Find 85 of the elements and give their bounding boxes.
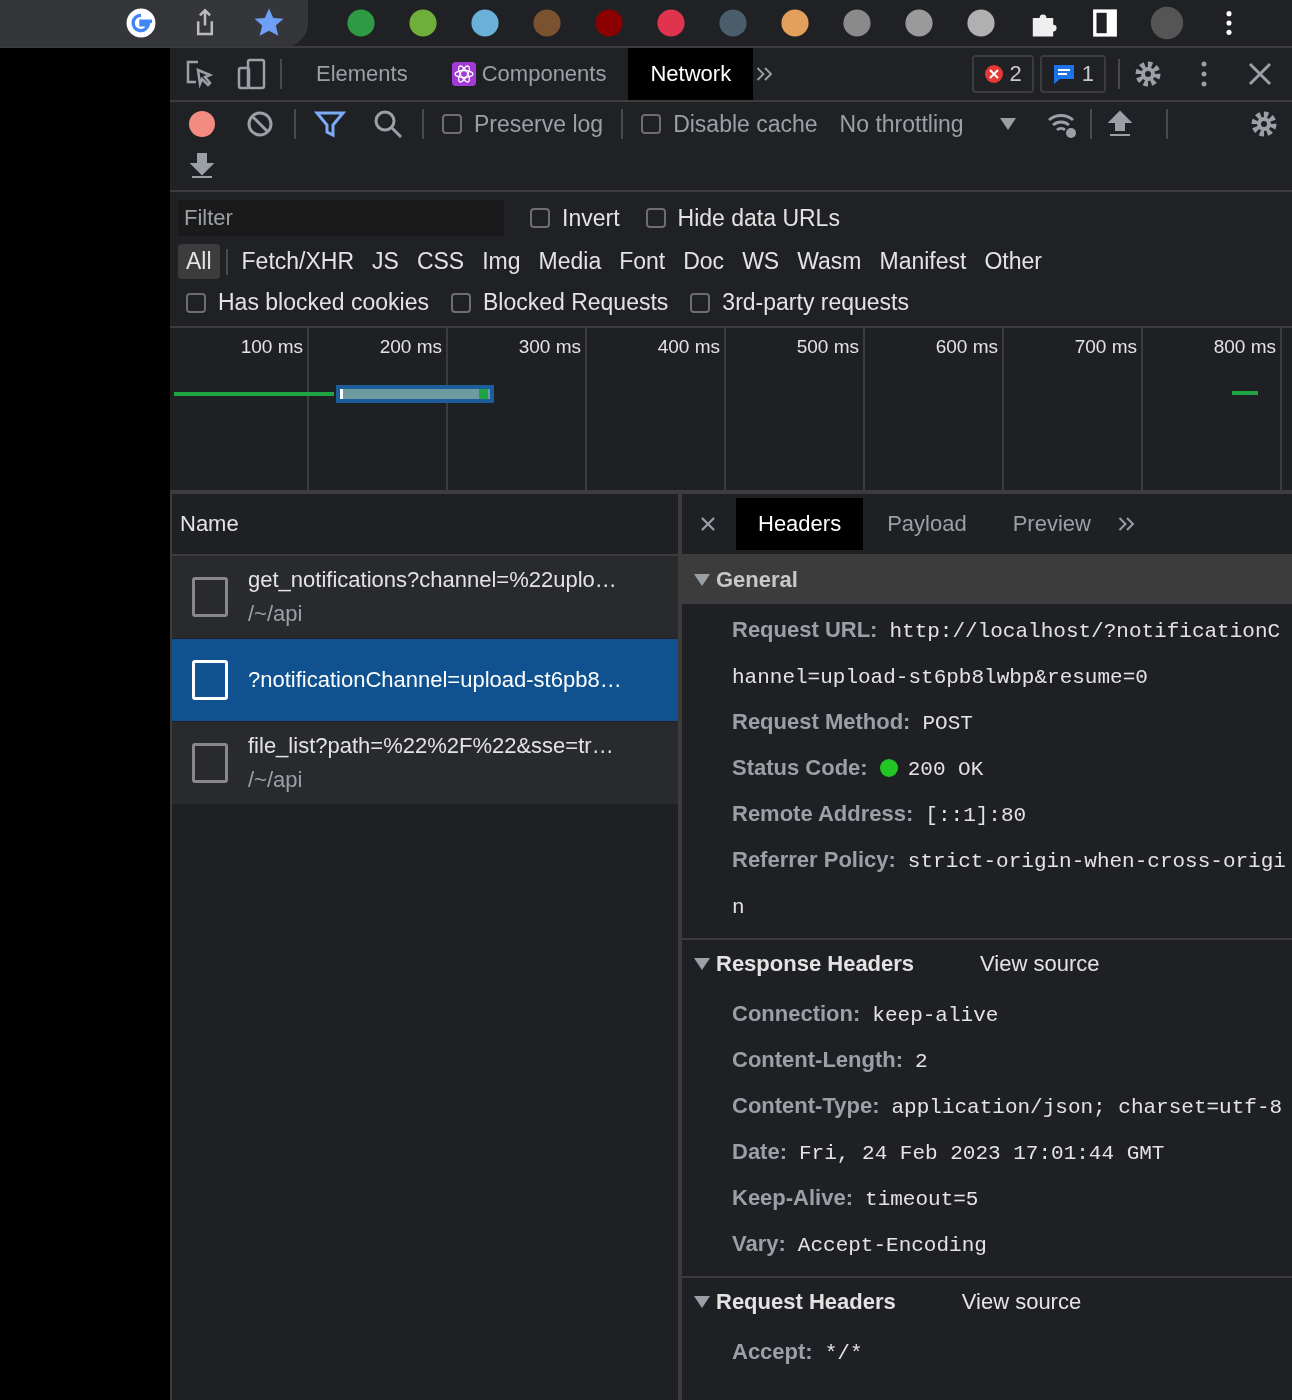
invert-checkbox[interactable]	[530, 208, 550, 228]
detail-tab[interactable]: Preview	[990, 498, 1113, 550]
time-tick-label: 400 ms	[657, 336, 720, 357]
request-row[interactable]: get_notifications?channel=%22uplo… /~/api	[172, 556, 678, 638]
checkbox-label: Hide data URLs	[677, 204, 840, 232]
type-filter[interactable]: Fetch/XHR	[233, 244, 363, 279]
header-row-text: Request URL: http://localhost/?notificationChannel=upload-st6pb8lwbp&resume=0	[732, 616, 1282, 691]
checkbox-label: Disable cache	[673, 110, 818, 138]
request-row[interactable]: ?notificationChannel=upload-st6pb8…	[172, 638, 678, 721]
preserve-log-checkbox[interactable]	[442, 114, 462, 134]
request-name: ?notificationChannel=upload-st6pb8…	[248, 667, 622, 693]
header-row-text: Keep-Alive: timeout=5	[732, 1184, 980, 1213]
column-header[interactable]: Name	[180, 511, 239, 537]
type-filter[interactable]: Img	[474, 244, 529, 279]
request-name: get_notifications?channel=%22uplo…	[248, 567, 617, 593]
view-source-link[interactable]: View source	[980, 951, 1100, 977]
header-row-text: Request Method: POST	[732, 708, 974, 737]
panel-tab[interactable]: Elements	[294, 48, 430, 100]
atom-icon	[451, 62, 476, 86]
message-icon	[1051, 63, 1076, 85]
error-icon	[983, 64, 1004, 84]
search-icon[interactable]	[372, 108, 404, 140]
time-tick-label: 600 ms	[935, 336, 998, 357]
section-title[interactable]: General	[716, 567, 798, 593]
checkbox-label: Preserve log	[474, 110, 604, 138]
type-filter[interactable]: Font	[611, 244, 674, 279]
type-filter[interactable]: Wasm	[789, 244, 870, 279]
document-icon	[192, 743, 228, 783]
header-row-text: Connection: keep-alive	[732, 1000, 1000, 1029]
record-button[interactable]	[186, 108, 218, 140]
panel-tab[interactable]: Components	[429, 48, 629, 100]
header-row-text: Referrer Policy: strict-origin-when-cross-origin	[732, 846, 1287, 921]
type-filter[interactable]: Manifest	[871, 244, 975, 279]
type-filter[interactable]: WS	[734, 244, 788, 279]
detail-tab[interactable]: Headers	[736, 498, 864, 550]
time-tick-label: 100 ms	[240, 336, 303, 357]
type-filter[interactable]: Doc	[675, 244, 733, 279]
request-path: /~/api	[248, 601, 304, 627]
checkbox-label: Has blocked cookies	[218, 289, 429, 316]
expand-triangle-icon[interactable]	[694, 958, 710, 970]
filter-field[interactable]: Filter	[178, 200, 504, 236]
view-source-link[interactable]: View source	[961, 1289, 1082, 1315]
request-name: file_list?path=%22%2F%22&sse=tr…	[248, 733, 614, 759]
disable-cache-checkbox[interactable]	[641, 114, 662, 134]
checkbox-label: Blocked Requests	[482, 289, 669, 316]
type-filter[interactable]: Media	[530, 244, 610, 279]
type-filter[interactable]: Other	[976, 244, 1050, 279]
option-checkbox[interactable]	[690, 292, 711, 313]
header-row-text: Remote Address: [::1]:80	[732, 800, 1028, 829]
time-tick-label: 700 ms	[1074, 336, 1137, 357]
request-row[interactable]: file_list?path=%22%2F%22&sse=tr… /~/api	[172, 721, 678, 804]
type-filter[interactable]: CSS	[408, 244, 473, 279]
option-checkbox[interactable]	[450, 292, 471, 313]
checkbox-label: Invert	[562, 204, 620, 232]
panel-tab[interactable]: Network	[628, 48, 754, 100]
close-icon[interactable]	[700, 516, 716, 532]
device-toolbar-icon[interactable]	[236, 58, 268, 90]
expand-triangle-icon[interactable]	[694, 1296, 710, 1308]
header-row-text: Content-Type: application/json; charset=utf-8	[732, 1092, 1284, 1121]
document-icon	[192, 660, 228, 700]
header-row-text: Accept: */*	[732, 1338, 864, 1367]
type-filter[interactable]: JS	[364, 244, 407, 279]
time-tick-label: 200 ms	[379, 336, 442, 357]
time-tick-label: 300 ms	[518, 336, 581, 357]
google-logo-icon[interactable]	[124, 6, 158, 40]
document-icon	[192, 577, 228, 617]
error-counter[interactable]: 2	[971, 55, 1034, 93]
header-row-text: Date: Fri, 24 Feb 2023 17:01:44 GMT	[732, 1138, 1166, 1167]
request-path: /~/api	[248, 767, 304, 793]
header-row-text: Vary: Accept-Encoding	[732, 1230, 988, 1259]
expand-triangle-icon[interactable]	[694, 574, 710, 586]
detail-tab[interactable]: Payload	[865, 498, 989, 550]
section-title[interactable]: Response Headers	[716, 951, 915, 977]
checkbox-label: 3rd-party requests	[722, 289, 909, 316]
message-counter[interactable]: 1	[1039, 55, 1106, 93]
throttling-dropdown[interactable]: No throttling	[839, 110, 964, 138]
dropdown-caret-icon[interactable]	[999, 118, 1016, 130]
type-filter[interactable]: All	[178, 244, 220, 279]
time-tick-label: 500 ms	[796, 336, 859, 357]
header-row-text: Content-Length: 2	[732, 1046, 929, 1075]
header-row-text: Status Code: 200 OK	[732, 754, 985, 783]
section-title[interactable]: Request Headers	[716, 1289, 896, 1315]
time-tick-label: 800 ms	[1213, 336, 1276, 357]
hide-data-urls-checkbox[interactable]	[645, 208, 666, 228]
option-checkbox[interactable]	[186, 292, 206, 313]
